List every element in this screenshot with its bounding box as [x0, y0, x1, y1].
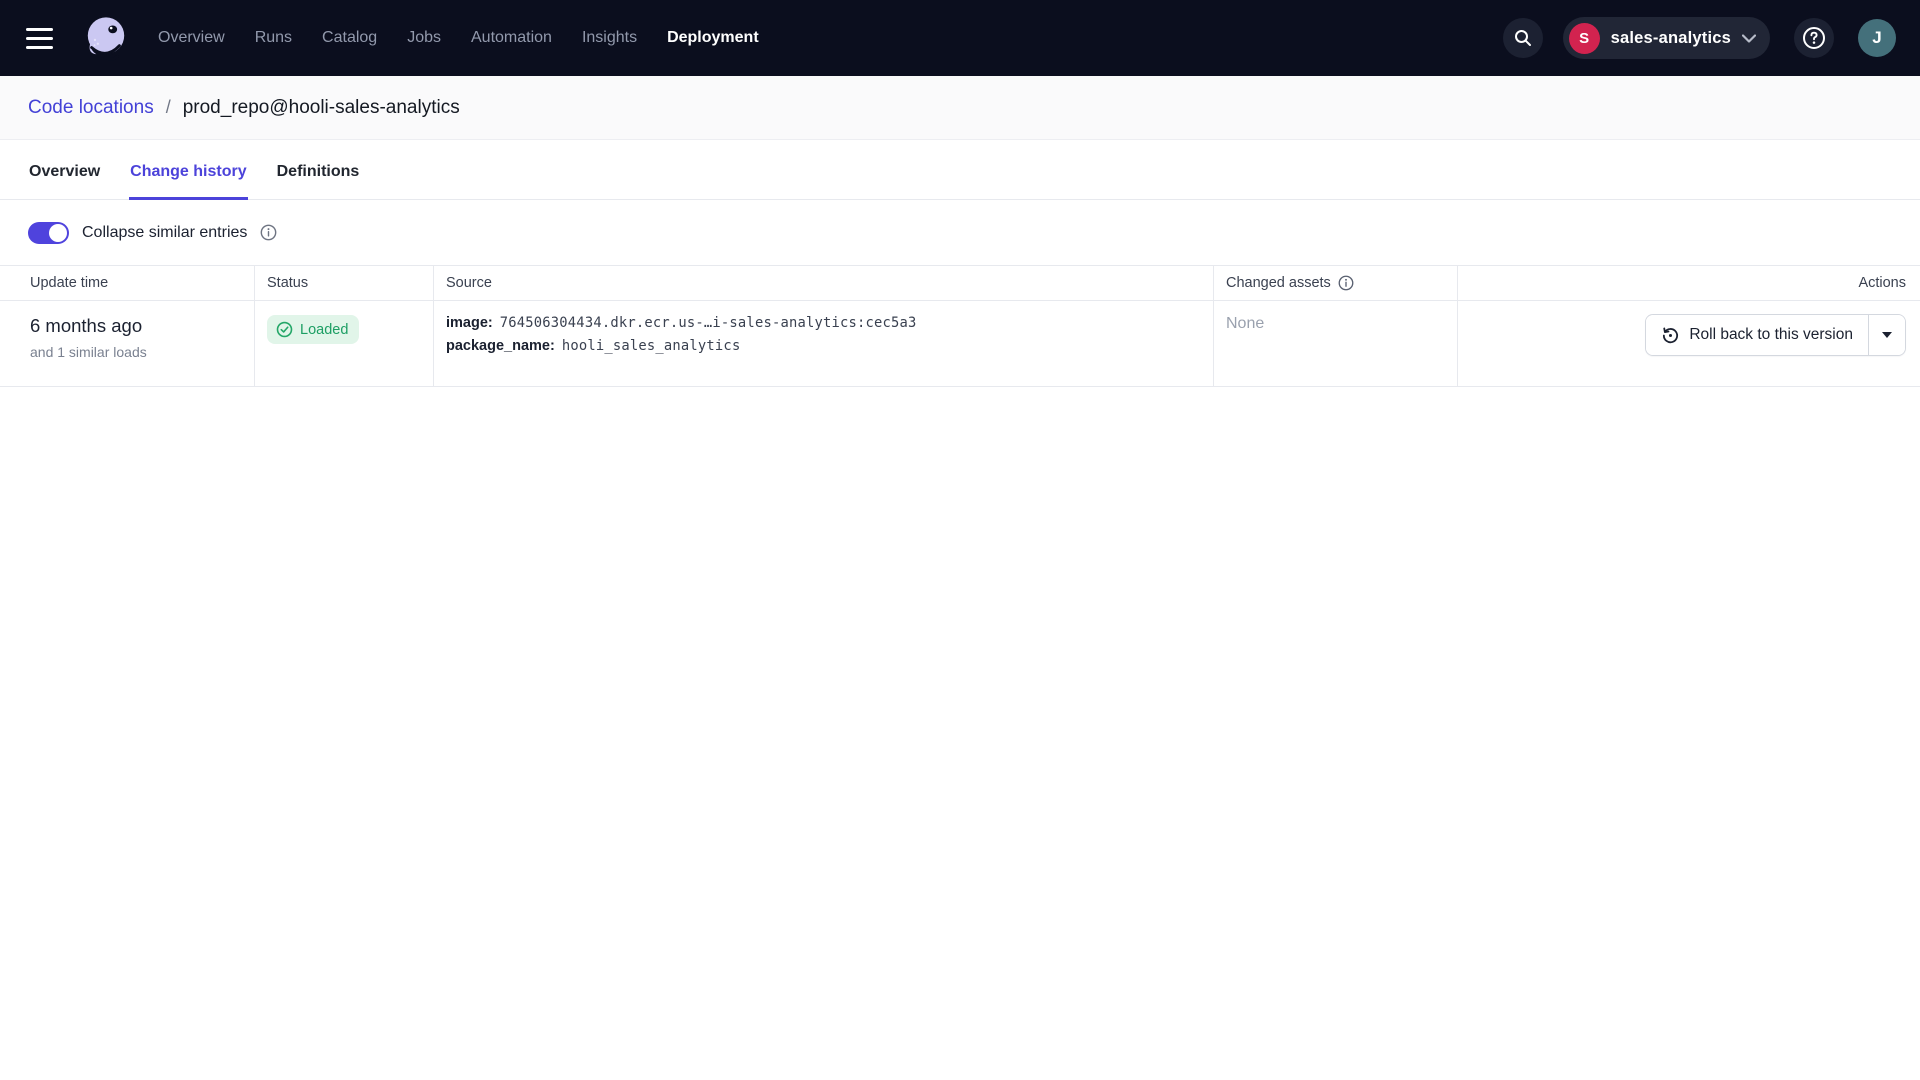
cell-status: Loaded — [255, 301, 434, 386]
menu-icon[interactable] — [26, 18, 66, 58]
cell-changed-assets: None — [1214, 301, 1458, 386]
help-icon — [1802, 26, 1826, 50]
changed-assets-value: None — [1226, 315, 1264, 332]
top-nav: Overview Runs Catalog Jobs Automation In… — [0, 0, 1920, 76]
tab-change-history[interactable]: Change history — [129, 163, 247, 200]
tab-definitions[interactable]: Definitions — [276, 163, 361, 200]
col-header-source: Source — [434, 266, 1214, 300]
nav-item-automation[interactable]: Automation — [471, 29, 552, 47]
similar-loads-note: and 1 similar loads — [30, 344, 242, 360]
tab-overview[interactable]: Overview — [28, 163, 101, 200]
table-row: 6 months ago and 1 similar loads Loaded … — [0, 301, 1920, 387]
status-label: Loaded — [300, 322, 348, 338]
source-image-key: image: — [446, 315, 493, 331]
collapse-toggle-label: Collapse similar entries — [82, 224, 247, 242]
collapse-similar-entries-toggle[interactable] — [28, 222, 69, 244]
dagster-logo-icon[interactable] — [80, 12, 132, 64]
source-image-value: 764506304434.dkr.ecr.us-…i-sales-analyti… — [500, 315, 917, 331]
source-package-value: hooli_sales_analytics — [562, 338, 741, 354]
check-circle-icon — [276, 321, 293, 338]
caret-down-icon — [1882, 332, 1892, 338]
nav-item-runs[interactable]: Runs — [255, 29, 292, 47]
nav-item-catalog[interactable]: Catalog — [322, 29, 377, 47]
col-header-changed-assets: Changed assets — [1214, 266, 1458, 300]
chevron-down-icon — [1742, 34, 1756, 43]
source-package-key: package_name: — [446, 338, 555, 354]
nav-item-deployment[interactable]: Deployment — [667, 29, 759, 47]
primary-nav: Overview Runs Catalog Jobs Automation In… — [158, 29, 759, 47]
breadcrumb-code-locations-link[interactable]: Code locations — [28, 97, 154, 119]
rollback-more-options-button[interactable] — [1868, 315, 1905, 355]
changed-assets-info-icon[interactable] — [1338, 275, 1354, 291]
nav-item-overview[interactable]: Overview — [158, 29, 225, 47]
search-icon — [1513, 28, 1533, 48]
cell-source: image: 764506304434.dkr.ecr.us-…i-sales-… — [434, 301, 1214, 386]
rollback-history-icon — [1661, 326, 1680, 345]
tab-bar: Overview Change history Definitions — [0, 140, 1920, 200]
nav-item-jobs[interactable]: Jobs — [407, 29, 441, 47]
workspace-name: sales-analytics — [1611, 29, 1731, 48]
rollback-button-label: Roll back to this version — [1689, 326, 1853, 344]
cell-update-time: 6 months ago and 1 similar loads — [0, 301, 255, 386]
user-avatar[interactable]: J — [1858, 19, 1896, 57]
col-header-update-time: Update time — [0, 266, 255, 300]
breadcrumb-separator: / — [166, 97, 171, 118]
workspace-badge: S — [1569, 23, 1600, 54]
search-button[interactable] — [1503, 18, 1543, 58]
filter-controls: Collapse similar entries — [0, 200, 1920, 265]
breadcrumb: Code locations / prod_repo@hooli-sales-a… — [0, 76, 1920, 140]
workspace-switcher[interactable]: S sales-analytics — [1563, 17, 1770, 59]
cell-actions: Roll back to this version — [1458, 301, 1920, 386]
status-badge: Loaded — [267, 315, 359, 344]
nav-item-insights[interactable]: Insights — [582, 29, 637, 47]
rollback-split-button: Roll back to this version — [1645, 314, 1906, 356]
help-button[interactable] — [1794, 18, 1834, 58]
update-time: 6 months ago — [30, 315, 242, 337]
col-header-status: Status — [255, 266, 434, 300]
collapse-info-icon[interactable] — [260, 224, 277, 241]
table-header: Update time Status Source Changed assets… — [0, 265, 1920, 301]
rollback-button[interactable]: Roll back to this version — [1646, 315, 1868, 355]
col-header-actions: Actions — [1458, 266, 1920, 300]
page-title: prod_repo@hooli-sales-analytics — [183, 97, 460, 119]
change-history-table: Update time Status Source Changed assets… — [0, 265, 1920, 387]
